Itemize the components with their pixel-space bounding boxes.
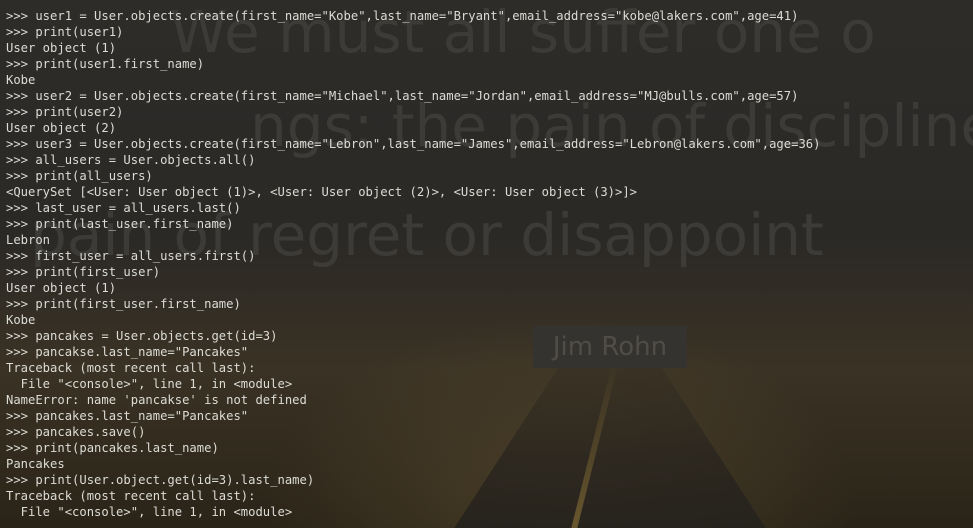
terminal-line: >>> print(all_users) xyxy=(6,169,153,183)
terminal-line: >>> print(user2) xyxy=(6,105,124,119)
terminal-line: NameError: name 'pancakse' is not define… xyxy=(6,393,307,407)
terminal-line: Lebron xyxy=(6,233,51,247)
terminal-line: User object (1) xyxy=(6,281,117,295)
terminal-line: >>> print(User.object.get(id=3).last_nam… xyxy=(6,473,315,487)
terminal-line: User object (1) xyxy=(6,41,117,55)
terminal-line: User object (2) xyxy=(6,121,117,135)
terminal-line: >>> pancakes = User.objects.get(id=3) xyxy=(6,329,278,343)
terminal-line: >>> user1 = User.objects.create(first_na… xyxy=(6,9,799,23)
terminal-line: Kobe xyxy=(6,73,36,87)
terminal-line: >>> last_user = all_users.last() xyxy=(6,201,241,215)
terminal-line: >>> user3 = User.objects.create(first_na… xyxy=(6,137,821,151)
terminal-line: Kobe xyxy=(6,313,36,327)
terminal-line: <QuerySet [<User: User object (1)>, <Use… xyxy=(6,185,638,199)
terminal-line: >>> pancakes.last_name="Pancakes" xyxy=(6,409,249,423)
terminal-line: Pancakes xyxy=(6,457,65,471)
terminal-output[interactable]: >>> user1 = User.objects.create(first_na… xyxy=(0,0,973,528)
terminal-line: >>> print(pancakes.last_name) xyxy=(6,441,219,455)
terminal-line: >>> pancakes.save() xyxy=(6,425,146,439)
terminal-line: >>> first_user = all_users.first() xyxy=(6,249,256,263)
terminal-line: File "<console>", line 1, in <module> xyxy=(6,505,293,519)
terminal-line: >>> print(user1) xyxy=(6,25,124,39)
terminal-line: File "<console>", line 1, in <module> xyxy=(6,377,293,391)
terminal-line: Traceback (most recent call last): xyxy=(6,361,256,375)
terminal-line: >>> all_users = User.objects.all() xyxy=(6,153,256,167)
terminal-line: >>> print(user1.first_name) xyxy=(6,57,205,71)
terminal-line: >>> pancakse.last_name="Pancakes" xyxy=(6,345,249,359)
terminal-line: >>> print(last_user.first_name) xyxy=(6,217,234,231)
terminal-line: Traceback (most recent call last): xyxy=(6,489,256,503)
terminal-line: >>> user2 = User.objects.create(first_na… xyxy=(6,89,799,103)
terminal-line: >>> print(first_user) xyxy=(6,265,161,279)
terminal-line: >>> print(first_user.first_name) xyxy=(6,297,241,311)
